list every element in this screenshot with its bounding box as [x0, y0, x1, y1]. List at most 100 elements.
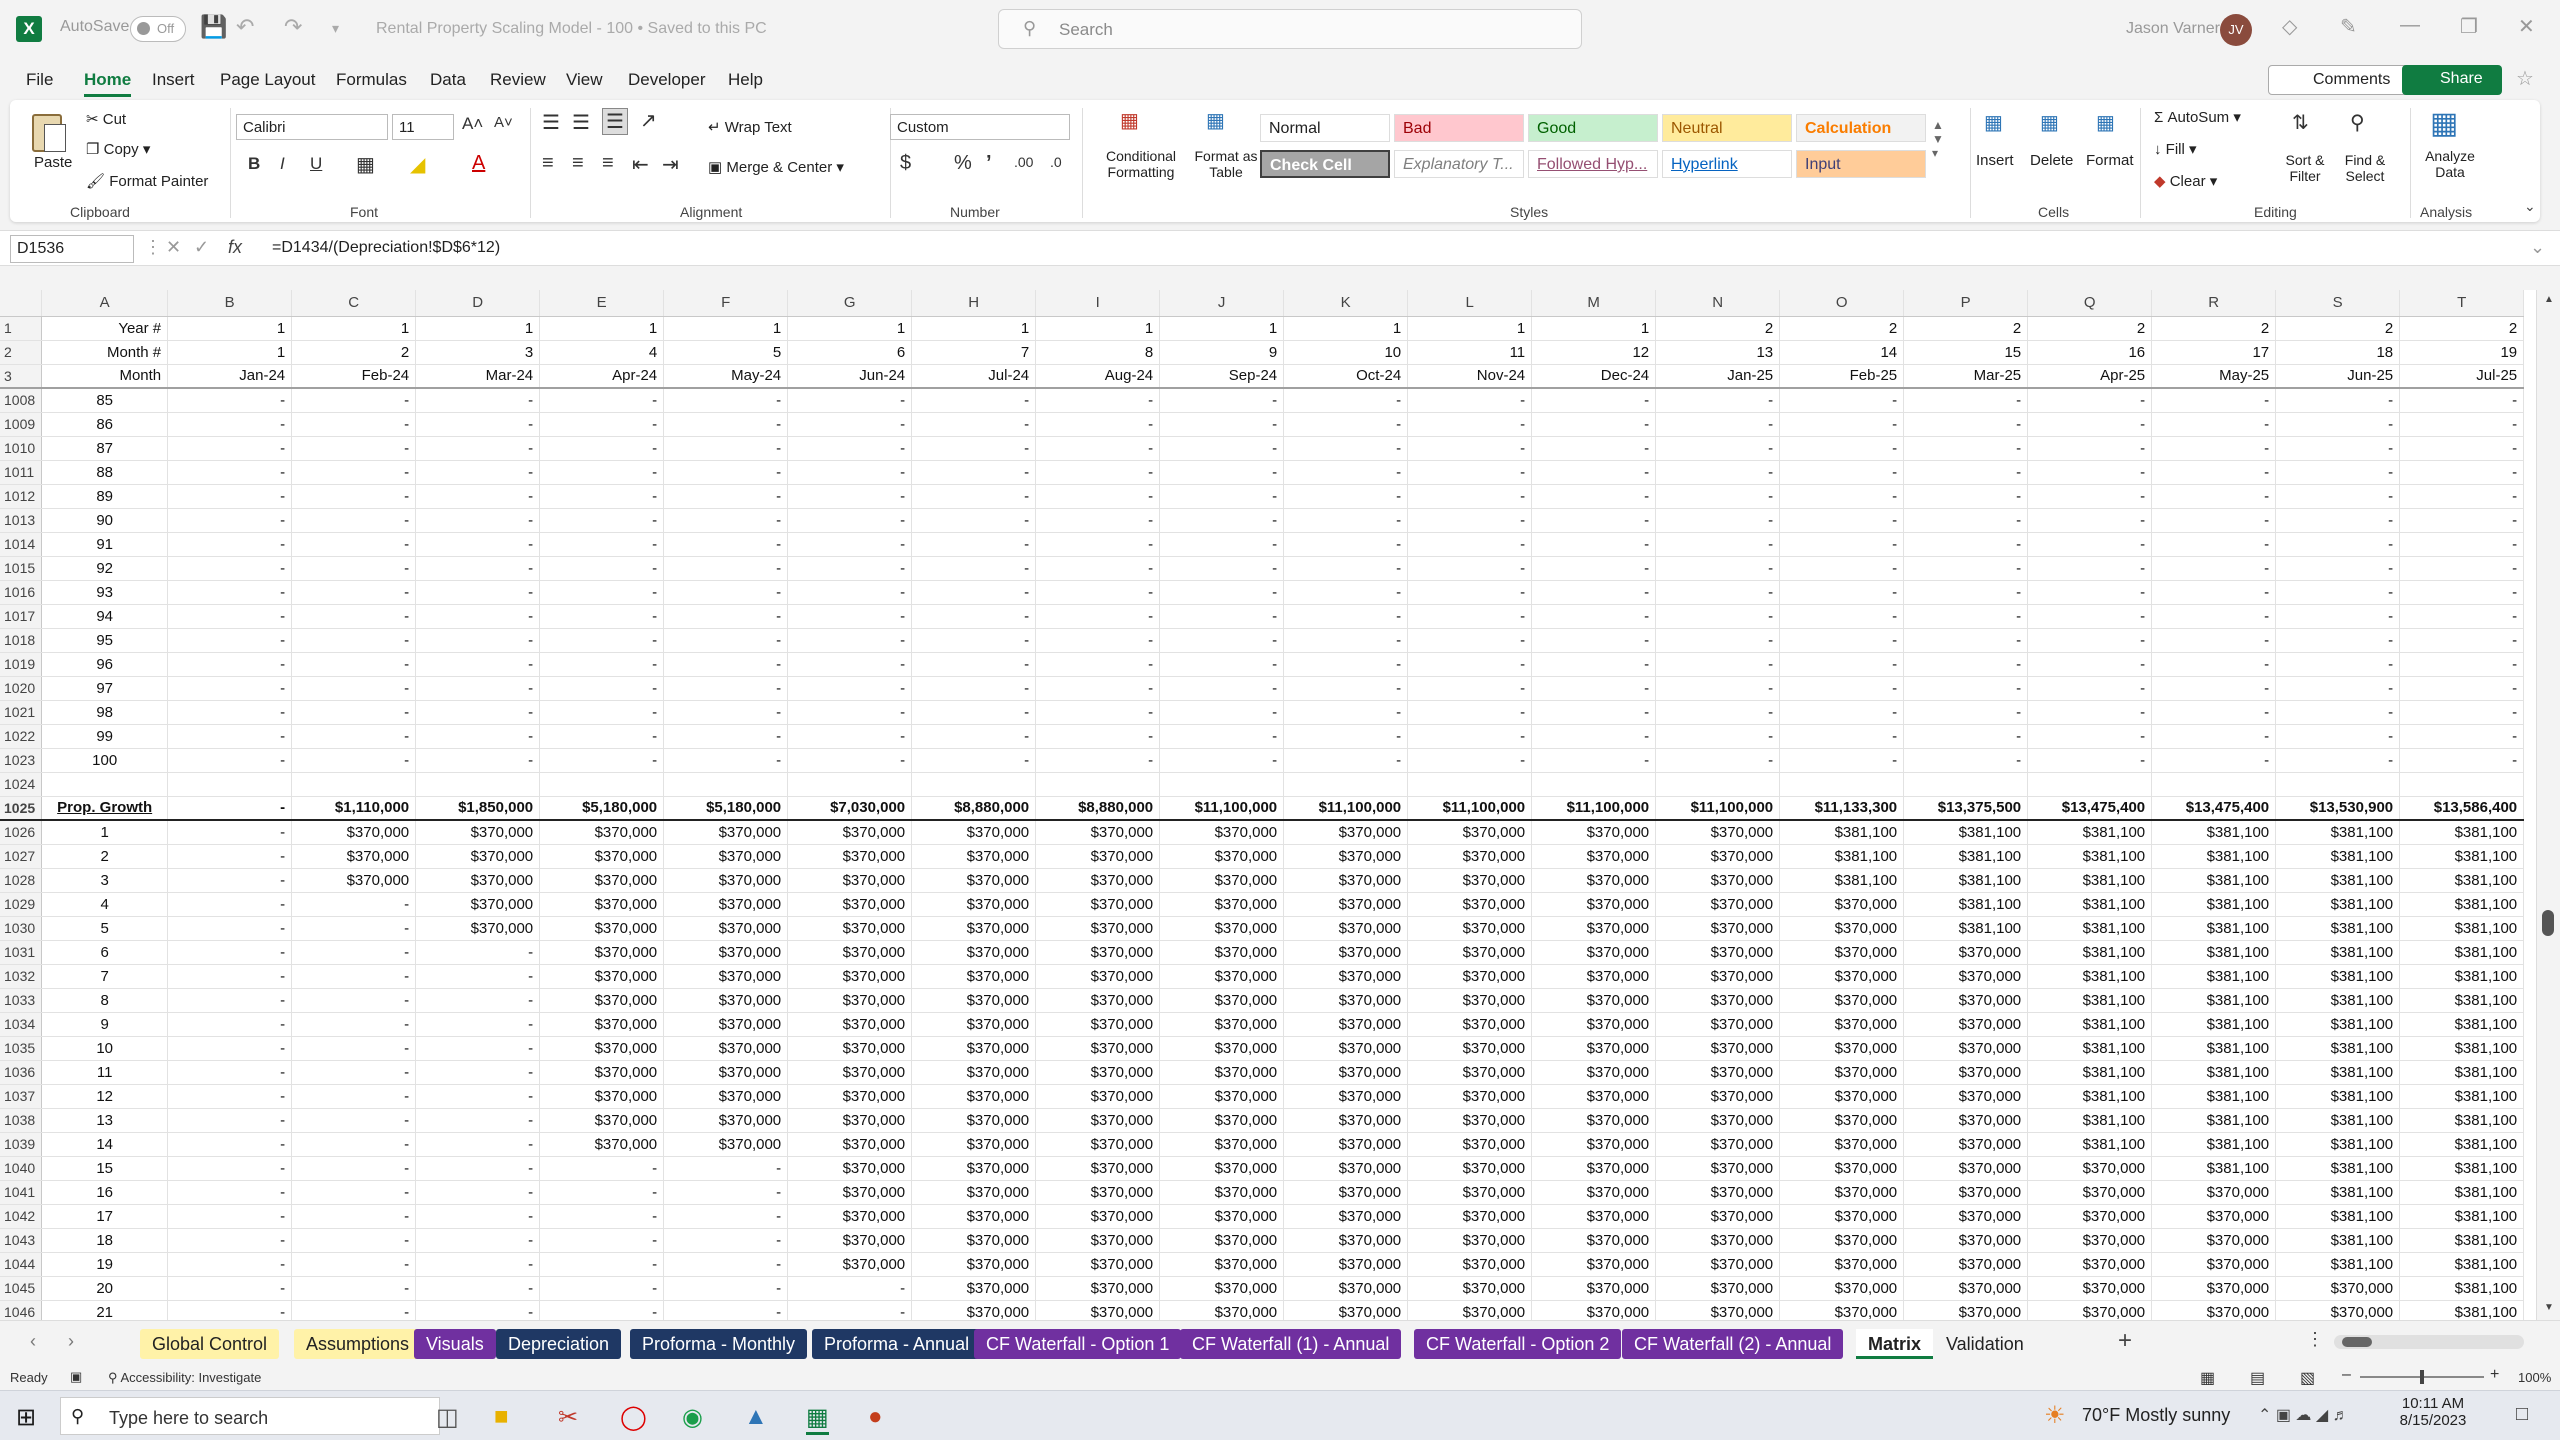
- insert-function-icon[interactable]: fx: [228, 237, 242, 258]
- table-cell[interactable]: $370,000: [787, 892, 913, 917]
- table-cell[interactable]: -: [1779, 556, 1905, 581]
- table-cell[interactable]: 2: [291, 340, 417, 365]
- table-cell[interactable]: $370,000: [1407, 1228, 1533, 1253]
- table-cell[interactable]: -: [2399, 580, 2525, 605]
- table-cell[interactable]: -: [1903, 628, 2029, 653]
- table-cell[interactable]: -: [167, 820, 293, 845]
- table-cell[interactable]: [2151, 772, 2277, 797]
- table-cell[interactable]: -: [1779, 748, 1905, 773]
- table-cell[interactable]: $370,000: [1035, 892, 1161, 917]
- horizontal-scrollbar[interactable]: [2334, 1335, 2524, 1349]
- tab-sheet[interactable]: Global Control: [140, 1329, 280, 1359]
- row-number[interactable]: 1042: [0, 1204, 43, 1229]
- table-cell[interactable]: $370,000: [2027, 1252, 2153, 1277]
- table-cell[interactable]: $381,100: [2275, 988, 2401, 1013]
- table-cell[interactable]: 9: [1159, 340, 1285, 365]
- customize-qat-icon[interactable]: ▾: [332, 20, 339, 37]
- table-cell[interactable]: -: [167, 1276, 293, 1301]
- orientation-icon[interactable]: ↗: [640, 108, 657, 133]
- table-cell[interactable]: -: [1655, 508, 1781, 533]
- conditional-formatting-button[interactable]: Conditional Formatting: [1096, 148, 1186, 180]
- table-cell[interactable]: $370,000: [1655, 1276, 1781, 1301]
- table-cell[interactable]: -: [2027, 724, 2153, 749]
- find-select-button[interactable]: Find & Select: [2330, 152, 2400, 184]
- table-cell[interactable]: -: [1903, 556, 2029, 581]
- table-cell[interactable]: -: [1159, 676, 1285, 701]
- table-cell[interactable]: -: [167, 436, 293, 461]
- table-cell[interactable]: $370,000: [1035, 1180, 1161, 1205]
- table-cell[interactable]: -: [1283, 580, 1409, 605]
- table-cell[interactable]: -: [539, 676, 665, 701]
- prev-sheet-icon[interactable]: ‹: [30, 1331, 36, 1352]
- table-cell[interactable]: $11,100,000: [1531, 796, 1657, 821]
- table-cell[interactable]: $381,100: [2275, 1036, 2401, 1061]
- table-cell[interactable]: $370,000: [663, 916, 789, 941]
- table-cell[interactable]: $370,000: [1531, 1156, 1657, 1181]
- table-cell[interactable]: -: [415, 700, 541, 725]
- table-cell[interactable]: $370,000: [1655, 988, 1781, 1013]
- table-cell[interactable]: -: [291, 1156, 417, 1181]
- table-cell[interactable]: $370,000: [1779, 1156, 1905, 1181]
- row-number[interactable]: 1011: [0, 460, 43, 485]
- table-cell[interactable]: $370,000: [1655, 844, 1781, 869]
- table-cell[interactable]: $370,000: [415, 892, 541, 917]
- table-cell[interactable]: -: [2275, 436, 2401, 461]
- gallery-scroll-icon[interactable]: ▲ ▼ ▾: [1932, 118, 1944, 160]
- name-box[interactable]: D1536: [10, 235, 134, 263]
- table-cell[interactable]: $381,100: [2399, 1012, 2525, 1037]
- table-cell[interactable]: -: [415, 556, 541, 581]
- table-cell[interactable]: $370,000: [539, 964, 665, 989]
- table-cell[interactable]: -: [415, 628, 541, 653]
- table-cell[interactable]: -: [2399, 556, 2525, 581]
- table-cell[interactable]: -: [2275, 412, 2401, 437]
- table-cell[interactable]: -: [291, 556, 417, 581]
- table-cell[interactable]: $370,000: [787, 1060, 913, 1085]
- format-cells-button[interactable]: Format: [2086, 152, 2134, 169]
- column-header[interactable]: H: [911, 290, 1037, 317]
- snipping-tool-icon[interactable]: ✂: [558, 1403, 578, 1432]
- table-cell[interactable]: -: [2151, 412, 2277, 437]
- user-name[interactable]: Jason Varner: [2126, 20, 2220, 38]
- table-cell[interactable]: -: [291, 652, 417, 677]
- row-label[interactable]: 99: [41, 724, 169, 749]
- table-cell[interactable]: -: [2027, 436, 2153, 461]
- table-cell[interactable]: -: [291, 1204, 417, 1229]
- table-cell[interactable]: -: [167, 412, 293, 437]
- table-cell[interactable]: -: [663, 532, 789, 557]
- table-cell[interactable]: -: [663, 628, 789, 653]
- table-cell[interactable]: $370,000: [1159, 1252, 1285, 1277]
- document-title[interactable]: Rental Property Scaling Model - 100 • Sa…: [376, 20, 767, 38]
- table-cell[interactable]: $370,000: [1035, 844, 1161, 869]
- table-cell[interactable]: -: [1283, 532, 1409, 557]
- task-view-icon[interactable]: ◫: [436, 1403, 459, 1432]
- style-neutral[interactable]: Neutral: [1662, 114, 1792, 142]
- table-cell[interactable]: Apr-24: [539, 364, 665, 389]
- table-cell[interactable]: $381,100: [2275, 820, 2401, 845]
- table-cell[interactable]: $370,000: [1903, 1180, 2029, 1205]
- table-cell[interactable]: $370,000: [415, 868, 541, 893]
- table-cell[interactable]: -: [2275, 676, 2401, 701]
- formula-input[interactable]: =D1434/(Depreciation!$D$6*12): [272, 239, 500, 257]
- decrease-indent-icon[interactable]: ⇤: [632, 152, 649, 177]
- table-cell[interactable]: 2: [1779, 316, 1905, 341]
- table-cell[interactable]: $370,000: [1655, 940, 1781, 965]
- row-label[interactable]: 12: [41, 1084, 169, 1109]
- table-cell[interactable]: -: [1903, 436, 2029, 461]
- table-cell[interactable]: May-25: [2151, 364, 2277, 389]
- table-cell[interactable]: -: [291, 1228, 417, 1253]
- copy-button[interactable]: ❐ Copy ▾: [86, 140, 150, 158]
- insert-cells-button[interactable]: Insert: [1976, 152, 2014, 169]
- column-header[interactable]: B: [167, 290, 293, 317]
- fill-button[interactable]: ↓ Fill ▾: [2154, 140, 2197, 158]
- table-cell[interactable]: $8,880,000: [1035, 796, 1161, 821]
- table-cell[interactable]: -: [663, 1276, 789, 1301]
- collapse-ribbon-icon[interactable]: ⌄: [2524, 198, 2536, 215]
- table-cell[interactable]: -: [1159, 700, 1285, 725]
- table-cell[interactable]: -: [1531, 580, 1657, 605]
- taskbar-search[interactable]: ⚲ Type here to search: [60, 1397, 440, 1435]
- table-cell[interactable]: 16: [2027, 340, 2153, 365]
- autosave-toggle[interactable]: Off: [130, 16, 186, 42]
- table-cell[interactable]: $370,000: [1407, 1060, 1533, 1085]
- table-cell[interactable]: $381,100: [2027, 988, 2153, 1013]
- table-cell[interactable]: -: [415, 580, 541, 605]
